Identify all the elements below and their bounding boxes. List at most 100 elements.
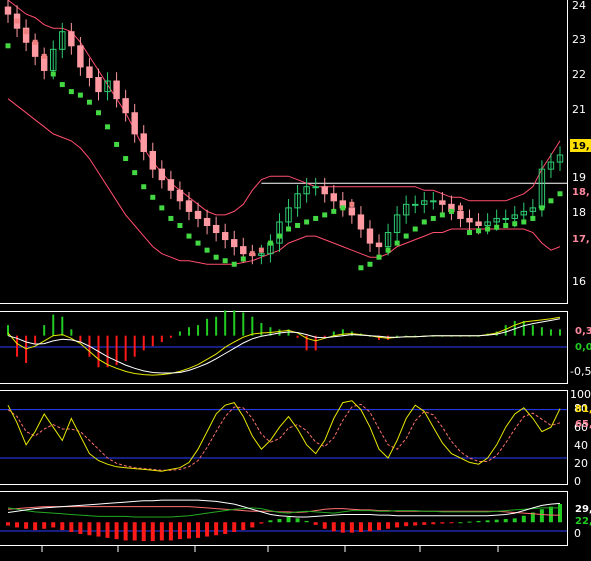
macd-histogram-bar	[61, 316, 64, 336]
adx-histogram-bar	[286, 517, 291, 523]
price-tag-bb-upper: 18,	[572, 187, 590, 198]
price-tick-21: 21	[572, 103, 586, 116]
adx-histogram-bar	[259, 522, 264, 524]
sar-point	[376, 254, 382, 260]
candle-body	[321, 186, 328, 195]
adx-histogram-bar	[196, 522, 201, 538]
adx-histogram-bar	[24, 522, 29, 529]
adx-histogram-bar	[250, 522, 255, 528]
sar-point	[295, 222, 301, 228]
candle-body	[194, 210, 202, 219]
sar-point	[68, 89, 74, 95]
stoch-tag-k: 81,	[575, 404, 591, 415]
candle-body	[140, 133, 147, 153]
macd-histogram-bar	[504, 325, 507, 336]
adx-histogram-bar	[349, 522, 354, 533]
sar-point	[358, 265, 364, 271]
macd-tick-top: 0,3	[575, 326, 591, 337]
candle-body	[466, 217, 473, 223]
sar-point	[5, 43, 11, 49]
candle-body	[502, 217, 509, 220]
sar-point	[114, 141, 120, 147]
adx-histogram-bar	[268, 520, 273, 523]
macd-tick-zero: 0,0	[575, 342, 591, 353]
adx-histogram-bar	[358, 522, 363, 532]
macd-histogram-bar	[187, 327, 190, 336]
sar-point	[394, 240, 400, 246]
adx-histogram-bar	[476, 520, 481, 523]
candle-body	[411, 203, 419, 206]
sar-point	[557, 191, 563, 197]
adx-histogram-bar	[277, 519, 282, 523]
macd-histogram-bar	[215, 316, 218, 336]
candle-body	[86, 66, 93, 79]
candle-body	[231, 239, 238, 248]
sar-point	[503, 222, 509, 228]
sar-point	[204, 247, 210, 253]
adx-histogram-bar	[69, 522, 74, 532]
candle-body	[457, 210, 464, 219]
macd-histogram-bar	[52, 314, 55, 336]
sar-point	[421, 219, 427, 225]
adx-histogram-bar	[494, 519, 499, 523]
adx-histogram-bar	[241, 522, 246, 531]
candle-body	[176, 189, 184, 202]
adx-histogram-bar	[60, 522, 65, 531]
stoch-tick-0: 0	[574, 475, 581, 488]
sar-point	[448, 208, 454, 214]
adx-histogram-bar	[386, 522, 391, 529]
macd-histogram-bar	[522, 320, 525, 336]
adx-histogram-bar	[105, 522, 110, 538]
adx-histogram-bar	[404, 522, 409, 527]
candle-body	[95, 77, 102, 93]
sar-point	[485, 226, 491, 232]
sar-point	[186, 233, 192, 239]
candle-body	[375, 242, 383, 248]
price-tag-bb-lower: 17,	[572, 234, 590, 245]
adx-histogram-bar	[33, 522, 38, 531]
candle-body	[167, 179, 175, 191]
sar-point	[123, 156, 129, 162]
sar-point	[77, 92, 83, 98]
macd-tick-bottom: -0,5	[570, 365, 591, 378]
adx-histogram-bar	[539, 509, 544, 523]
candle-body	[221, 232, 229, 241]
stoch-tag-d: 65,	[575, 419, 591, 430]
price-tick-18: 18	[572, 206, 586, 219]
adx-histogram-bar	[377, 522, 382, 531]
candle-body	[131, 112, 138, 135]
sar-point	[249, 251, 255, 257]
candle-body	[158, 168, 166, 181]
candle-body	[312, 186, 319, 189]
macd-histogram-bar	[540, 327, 543, 336]
adx-histogram-bar	[295, 518, 300, 523]
adx-histogram-bar	[186, 522, 191, 539]
adx-histogram-bar	[440, 522, 445, 524]
candle-body	[366, 228, 374, 244]
adx-histogram-bar	[15, 522, 20, 528]
price-tag-current: 19,	[572, 141, 590, 152]
macd-histogram-bar	[260, 323, 263, 336]
adx-histogram-bar	[177, 522, 182, 540]
sar-point	[177, 222, 183, 228]
candle-body	[68, 31, 75, 47]
adx-histogram-bar	[548, 506, 553, 523]
sar-point	[539, 205, 545, 211]
adx-histogram-bar	[449, 522, 454, 524]
adx-histogram-bar	[205, 522, 210, 537]
adx-histogram-bar	[503, 519, 508, 523]
macd-histogram-bar	[531, 325, 534, 336]
macd-histogram-bar	[169, 335, 172, 338]
sar-point	[222, 258, 228, 264]
sar-point	[331, 208, 337, 214]
candle-body	[348, 207, 356, 216]
sar-point	[23, 29, 29, 35]
sar-point	[367, 261, 373, 267]
macd-histogram-bar	[233, 310, 236, 336]
adx-histogram-bar	[458, 522, 463, 524]
macd-histogram-bar	[106, 335, 109, 368]
sar-point	[159, 205, 165, 211]
macd-histogram-bar	[25, 335, 28, 364]
sar-point	[168, 215, 174, 221]
macd-histogram-bar	[133, 335, 136, 357]
